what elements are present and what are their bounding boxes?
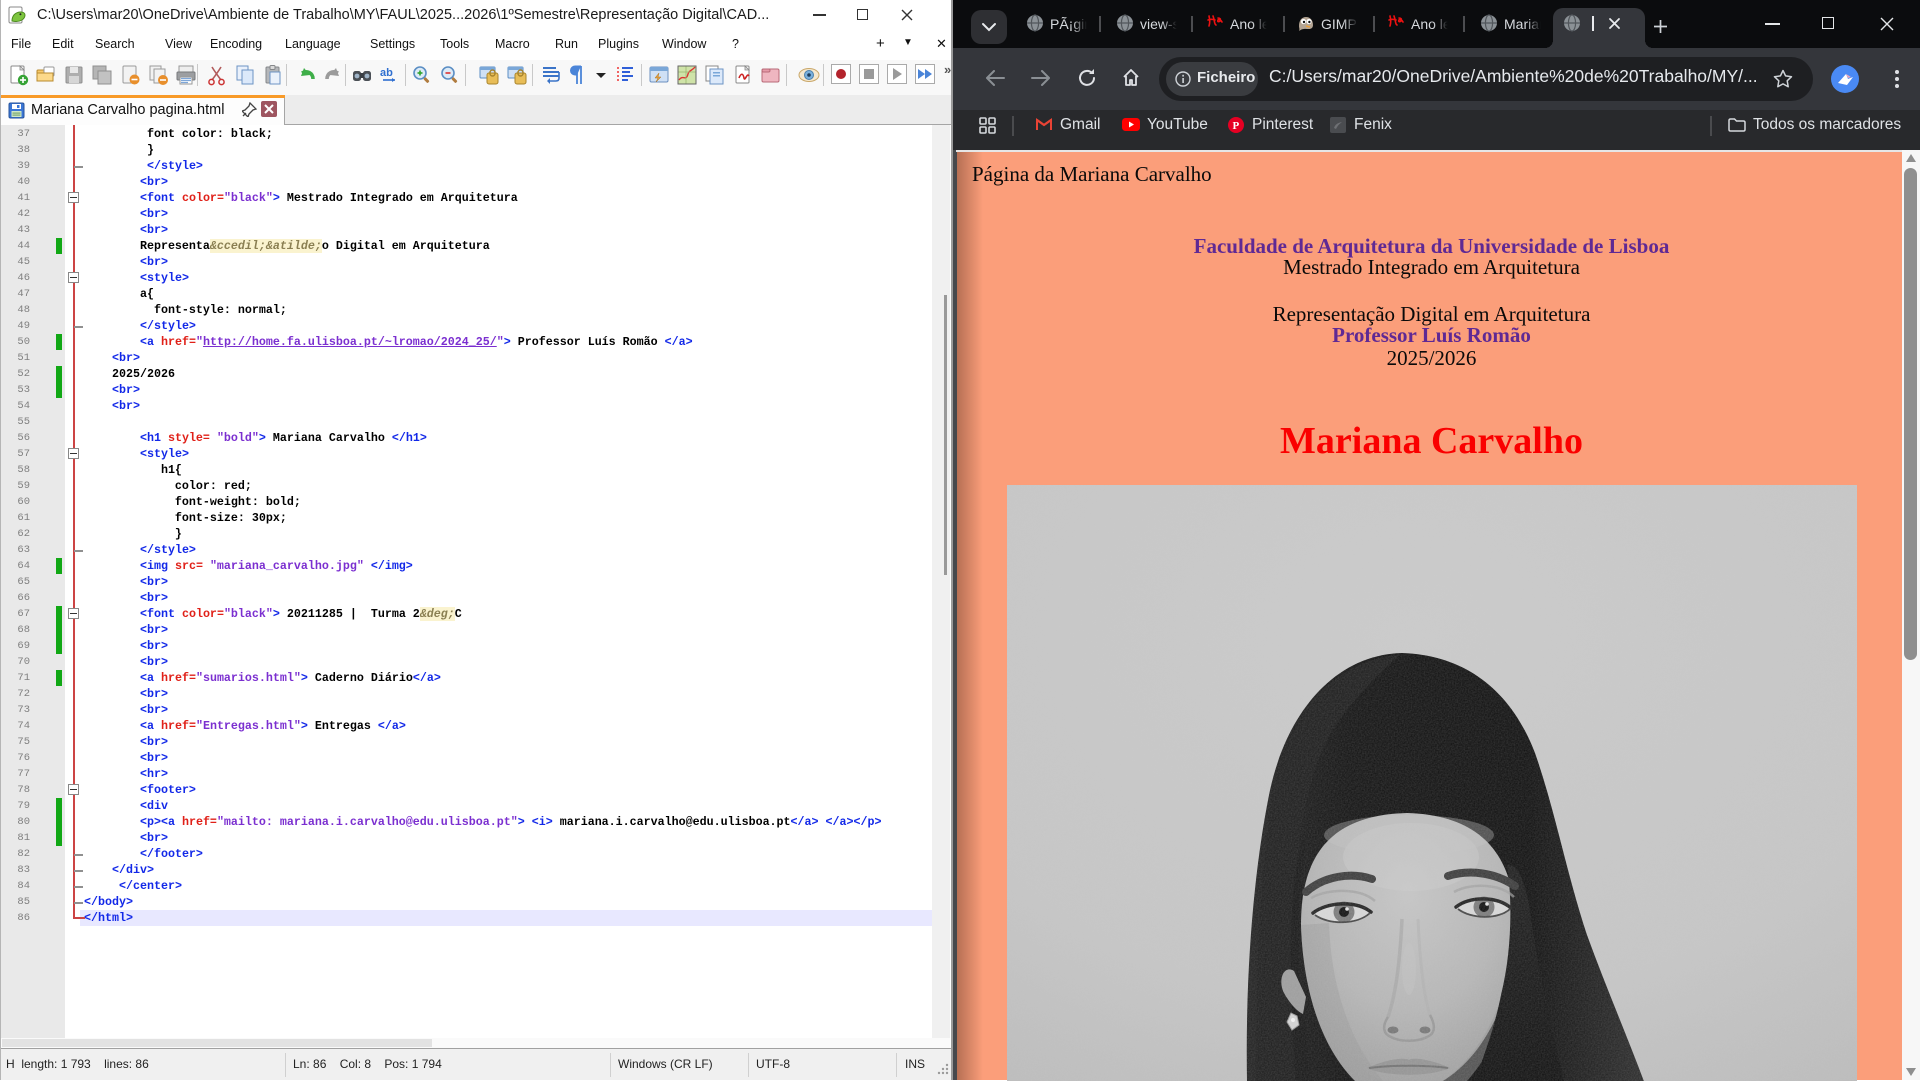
svg-text:ab: ab <box>380 67 393 79</box>
svg-text:P: P <box>1233 120 1240 132</box>
